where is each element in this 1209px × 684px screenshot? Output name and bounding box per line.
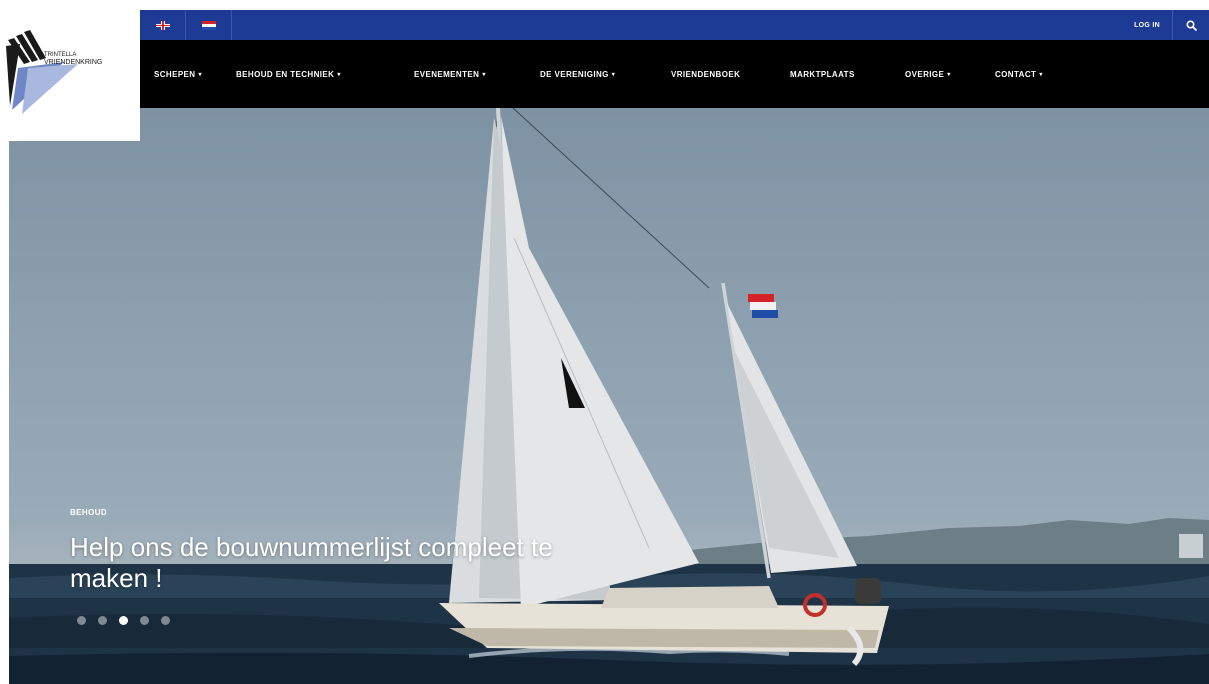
nav-item-marktplaats[interactable]: MARKTPLAATS [790,40,855,108]
nav-item-contact[interactable]: CONTACT ▾ [995,40,1043,108]
hero-title[interactable]: Help ons de bouwnummerlijst compleet te … [70,532,630,594]
search-button[interactable] [1173,10,1209,40]
language-dutch-button[interactable] [186,10,232,40]
chevron-down-icon: ▾ [947,71,951,78]
nav-item-evenementen[interactable]: EVENEMENTEN ▾ [414,40,486,108]
uk-flag-icon [155,20,170,30]
nav-item-label: SCHEPEN [154,69,196,79]
chevron-down-icon: ▾ [611,71,616,78]
main-navigation: SCHEPEN ▾ BEHOUD EN TECHNIEK ▾ EVENEMENT… [140,40,1209,108]
slider-pagination [77,616,170,625]
language-english-button[interactable] [140,10,186,40]
nav-item-vriendenboek[interactable]: VRIENDENBOEK [671,40,740,108]
nav-item-label: CONTACT [995,69,1037,79]
hero-slider[interactable]: BEHOUD Help ons de bouwnummerlijst compl… [9,108,1209,684]
slider-dot-4[interactable] [140,616,149,625]
nl-flag-icon [201,20,216,30]
search-icon [1185,19,1197,31]
nav-item-label: VRIENDENBOEK [671,69,741,79]
slider-dot-2[interactable] [98,616,107,625]
nav-item-label: DE VERENIGING [540,69,609,79]
chevron-down-icon: ▾ [337,71,341,78]
slider-dot-5[interactable] [161,616,170,625]
chevron-down-icon: ▾ [1039,71,1043,78]
chevron-down-icon: ▾ [482,71,486,78]
nav-item-label: OVERIGE [905,69,945,79]
slider-dot-3[interactable] [119,616,128,625]
trintella-logo-graphic: TRINTELLA VRIENDENKRING [6,30,102,114]
slider-dot-1[interactable] [77,616,86,625]
login-link[interactable]: LOG IN [1122,10,1173,40]
logo-text-line2: VRIENDENKRING [44,59,102,66]
nav-item-label: EVENEMENTEN [414,69,480,79]
logo-text-line1: TRINTELLA [44,52,76,58]
nav-item-label: MARKTPLAATS [790,69,855,79]
nav-item-label: BEHOUD EN TECHNIEK [236,69,335,79]
nav-item-de-vereniging[interactable]: DE VERENIGING ▾ [540,40,615,108]
site-logo[interactable]: TRINTELLA VRIENDENKRING [0,10,140,141]
top-utility-bar: LOG IN [140,10,1209,40]
nav-item-overige[interactable]: OVERIGE ▾ [905,40,951,108]
hero-image-sailboat [9,108,1209,684]
hero-category-label: BEHOUD [70,508,108,517]
nav-item-schepen[interactable]: SCHEPEN ▾ [154,40,202,108]
chevron-down-icon: ▾ [198,71,202,78]
nav-item-behoud-en-techniek[interactable]: BEHOUD EN TECHNIEK ▾ [236,40,341,108]
